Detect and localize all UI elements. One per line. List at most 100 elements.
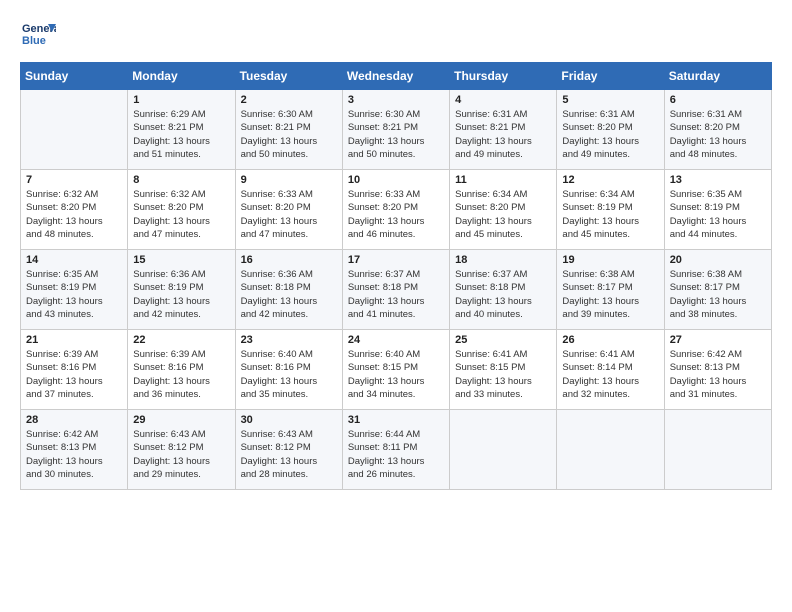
calendar-cell: 3 Sunrise: 6:30 AM Sunset: 8:21 PM Daylig…: [342, 90, 449, 170]
calendar-cell: 28 Sunrise: 6:42 AM Sunset: 8:13 PM Dayli…: [21, 410, 128, 490]
day-number: 16: [241, 254, 337, 266]
calendar-cell: 11 Sunrise: 6:34 AM Sunset: 8:20 PM Dayli…: [450, 170, 557, 250]
calendar-cell: 17Sunrise: 6:37 AM Sunset: 8:18 PM Dayli…: [342, 250, 449, 330]
calendar-cell: [450, 410, 557, 490]
calendar-week-5: 28 Sunrise: 6:42 AM Sunset: 8:13 PM Dayli…: [21, 410, 772, 490]
day-info: Sunrise: 6:41 AM Sunset: 8:14 PM Dayligh…: [562, 348, 658, 401]
day-number: 29: [133, 414, 229, 426]
calendar-cell: 27 Sunrise: 6:42 AM Sunset: 8:13 PM Dayli…: [664, 330, 771, 410]
day-info: Sunrise: 6:43 AM Sunset: 8:12 PM Dayligh…: [241, 428, 337, 481]
page-header: General Blue: [20, 16, 772, 52]
day-info: Sunrise: 6:41 AM Sunset: 8:15 PM Dayligh…: [455, 348, 551, 401]
calendar-cell: 1 Sunrise: 6:29 AM Sunset: 8:21 PM Daylig…: [128, 90, 235, 170]
day-number: 5: [562, 94, 658, 106]
day-info: Sunrise: 6:36 AM Sunset: 8:19 PM Dayligh…: [133, 268, 229, 321]
calendar-cell: 29 Sunrise: 6:43 AM Sunset: 8:12 PM Dayli…: [128, 410, 235, 490]
calendar-cell: [557, 410, 664, 490]
svg-text:Blue: Blue: [22, 35, 46, 47]
day-number: 6: [670, 94, 766, 106]
day-info: Sunrise: 6:34 AM Sunset: 8:20 PM Dayligh…: [455, 188, 551, 241]
calendar-cell: 21Sunrise: 6:39 AM Sunset: 8:16 PM Dayli…: [21, 330, 128, 410]
day-info: Sunrise: 6:42 AM Sunset: 8:13 PM Dayligh…: [26, 428, 122, 481]
calendar-cell: 2Sunrise: 6:30 AM Sunset: 8:21 PM Daylig…: [235, 90, 342, 170]
day-info: Sunrise: 6:34 AM Sunset: 8:19 PM Dayligh…: [562, 188, 658, 241]
calendar-week-4: 21 Sunrise: 6:39 AM Sunset: 8:16 PM Dayli…: [21, 330, 772, 410]
day-number: 1: [133, 94, 229, 106]
day-number: 22: [133, 334, 229, 346]
calendar-cell: 26 Sunrise: 6:41 AM Sunset: 8:14 PM Dayli…: [557, 330, 664, 410]
calendar-cell: 24 Sunrise: 6:40 AM Sunset: 8:15 PM Dayli…: [342, 330, 449, 410]
calendar-cell: 16 Sunrise: 6:36 AM Sunset: 8:18 PM Dayli…: [235, 250, 342, 330]
day-info: Sunrise: 6:32 AM Sunset: 8:20 PM Dayligh…: [26, 188, 122, 241]
day-info: Sunrise: 6:29 AM Sunset: 8:21 PM Dayligh…: [133, 108, 229, 161]
calendar-cell: [21, 90, 128, 170]
calendar-week-3: 14 Sunrise: 6:35 AM Sunset: 8:19 PM Dayli…: [21, 250, 772, 330]
calendar-cell: 18Sunrise: 6:37 AM Sunset: 8:18 PM Dayli…: [450, 250, 557, 330]
day-number: 25: [455, 334, 551, 346]
day-header-tuesday: Tuesday: [235, 63, 342, 90]
day-number: 28: [26, 414, 122, 426]
day-number: 15: [133, 254, 229, 266]
day-info: Sunrise: 6:31 AM Sunset: 8:20 PM Dayligh…: [562, 108, 658, 161]
calendar-cell: 19Sunrise: 6:38 AM Sunset: 8:17 PM Dayli…: [557, 250, 664, 330]
day-number: 9: [241, 174, 337, 186]
day-number: 13: [670, 174, 766, 186]
logo-icon: General Blue: [20, 16, 56, 52]
calendar-cell: 31 Sunrise: 6:44 AM Sunset: 8:11 PM Dayli…: [342, 410, 449, 490]
calendar-cell: 15 Sunrise: 6:36 AM Sunset: 8:19 PM Dayli…: [128, 250, 235, 330]
day-number: 12: [562, 174, 658, 186]
day-number: 11: [455, 174, 551, 186]
day-header-friday: Friday: [557, 63, 664, 90]
day-info: Sunrise: 6:44 AM Sunset: 8:11 PM Dayligh…: [348, 428, 444, 481]
day-number: 31: [348, 414, 444, 426]
calendar-cell: 14 Sunrise: 6:35 AM Sunset: 8:19 PM Dayli…: [21, 250, 128, 330]
day-number: 24: [348, 334, 444, 346]
calendar-cell: [664, 410, 771, 490]
day-info: Sunrise: 6:42 AM Sunset: 8:13 PM Dayligh…: [670, 348, 766, 401]
day-number: 27: [670, 334, 766, 346]
day-number: 4: [455, 94, 551, 106]
day-info: Sunrise: 6:38 AM Sunset: 8:17 PM Dayligh…: [562, 268, 658, 321]
day-number: 26: [562, 334, 658, 346]
day-info: Sunrise: 6:30 AM Sunset: 8:21 PM Dayligh…: [348, 108, 444, 161]
calendar-cell: 20 Sunrise: 6:38 AM Sunset: 8:17 PM Dayli…: [664, 250, 771, 330]
day-info: Sunrise: 6:39 AM Sunset: 8:16 PM Dayligh…: [133, 348, 229, 401]
calendar-cell: 6Sunrise: 6:31 AM Sunset: 8:20 PM Daylig…: [664, 90, 771, 170]
calendar-body: 1 Sunrise: 6:29 AM Sunset: 8:21 PM Daylig…: [21, 90, 772, 490]
day-header-saturday: Saturday: [664, 63, 771, 90]
calendar-cell: 30 Sunrise: 6:43 AM Sunset: 8:12 PM Dayli…: [235, 410, 342, 490]
day-number: 23: [241, 334, 337, 346]
day-number: 7: [26, 174, 122, 186]
calendar-week-1: 1 Sunrise: 6:29 AM Sunset: 8:21 PM Daylig…: [21, 90, 772, 170]
day-number: 20: [670, 254, 766, 266]
day-info: Sunrise: 6:38 AM Sunset: 8:17 PM Dayligh…: [670, 268, 766, 321]
day-info: Sunrise: 6:37 AM Sunset: 8:18 PM Dayligh…: [348, 268, 444, 321]
calendar-week-2: 7 Sunrise: 6:32 AM Sunset: 8:20 PM Daylig…: [21, 170, 772, 250]
day-number: 8: [133, 174, 229, 186]
day-info: Sunrise: 6:43 AM Sunset: 8:12 PM Dayligh…: [133, 428, 229, 481]
day-number: 3: [348, 94, 444, 106]
calendar-cell: 23 Sunrise: 6:40 AM Sunset: 8:16 PM Dayli…: [235, 330, 342, 410]
day-header-monday: Monday: [128, 63, 235, 90]
calendar-cell: 12 Sunrise: 6:34 AM Sunset: 8:19 PM Dayli…: [557, 170, 664, 250]
day-info: Sunrise: 6:35 AM Sunset: 8:19 PM Dayligh…: [26, 268, 122, 321]
calendar-header: SundayMondayTuesdayWednesdayThursdayFrid…: [21, 63, 772, 90]
day-info: Sunrise: 6:33 AM Sunset: 8:20 PM Dayligh…: [241, 188, 337, 241]
day-info: Sunrise: 6:40 AM Sunset: 8:15 PM Dayligh…: [348, 348, 444, 401]
day-number: 14: [26, 254, 122, 266]
day-number: 2: [241, 94, 337, 106]
day-info: Sunrise: 6:31 AM Sunset: 8:21 PM Dayligh…: [455, 108, 551, 161]
day-info: Sunrise: 6:35 AM Sunset: 8:19 PM Dayligh…: [670, 188, 766, 241]
logo: General Blue: [20, 16, 56, 52]
calendar-cell: 22 Sunrise: 6:39 AM Sunset: 8:16 PM Dayli…: [128, 330, 235, 410]
calendar-cell: 7 Sunrise: 6:32 AM Sunset: 8:20 PM Daylig…: [21, 170, 128, 250]
calendar-cell: 5 Sunrise: 6:31 AM Sunset: 8:20 PM Daylig…: [557, 90, 664, 170]
day-number: 18: [455, 254, 551, 266]
calendar-cell: 8Sunrise: 6:32 AM Sunset: 8:20 PM Daylig…: [128, 170, 235, 250]
day-number: 10: [348, 174, 444, 186]
day-info: Sunrise: 6:40 AM Sunset: 8:16 PM Dayligh…: [241, 348, 337, 401]
day-number: 30: [241, 414, 337, 426]
calendar-cell: 10Sunrise: 6:33 AM Sunset: 8:20 PM Dayli…: [342, 170, 449, 250]
day-number: 21: [26, 334, 122, 346]
day-info: Sunrise: 6:36 AM Sunset: 8:18 PM Dayligh…: [241, 268, 337, 321]
